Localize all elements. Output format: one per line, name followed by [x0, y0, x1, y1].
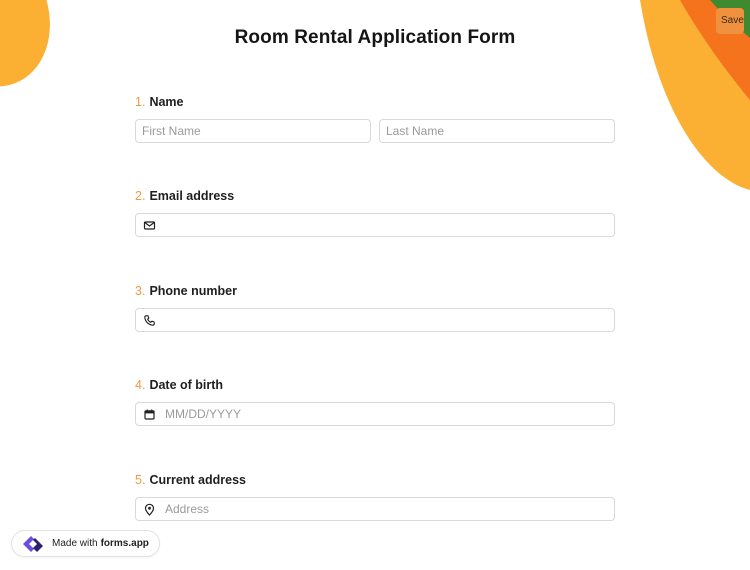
decorative-blob-top-left: [0, 0, 70, 104]
question-phone: 3. Phone number: [135, 283, 615, 332]
question-label: 3. Phone number: [135, 283, 615, 299]
date-of-birth-input[interactable]: [136, 403, 614, 425]
email-input[interactable]: [136, 214, 614, 236]
form-page: Save Room Rental Application Form 1. Name…: [0, 0, 750, 570]
date-of-birth-field[interactable]: [135, 402, 615, 426]
question-number: 1.: [135, 95, 146, 109]
forms-app-logo-icon: [23, 535, 43, 552]
question-email: 2. Email address: [135, 188, 615, 237]
calendar-icon: [144, 409, 155, 420]
page-title: Room Rental Application Form: [234, 27, 516, 48]
brand-name: forms.app: [100, 538, 149, 549]
made-with-forms-app-badge[interactable]: Made with forms.app: [11, 530, 160, 557]
phone-input[interactable]: [136, 309, 614, 331]
address-field[interactable]: [135, 497, 615, 521]
question-title: Name: [149, 95, 184, 109]
last-name-input[interactable]: [380, 120, 614, 142]
last-name-field[interactable]: [379, 119, 615, 143]
first-name-field[interactable]: [135, 119, 371, 143]
question-label: 4. Date of birth: [135, 377, 615, 393]
question-number: 5.: [135, 473, 146, 487]
question-title: Date of birth: [149, 378, 224, 392]
question-label: 1. Name: [135, 94, 615, 110]
question-title: Email address: [149, 189, 235, 203]
question-label: 5. Current address: [135, 472, 615, 488]
question-name: 1. Name: [135, 94, 615, 143]
question-title: Phone number: [149, 284, 237, 298]
first-name-input[interactable]: [136, 120, 370, 142]
envelope-icon: [143, 221, 156, 230]
location-pin-icon: [144, 503, 155, 516]
question-number: 4.: [135, 378, 146, 392]
question-number: 3.: [135, 284, 146, 298]
question-number: 2.: [135, 189, 146, 203]
question-title: Current address: [149, 473, 246, 487]
question-current-address: 5. Current address: [135, 472, 615, 521]
address-input[interactable]: [136, 498, 614, 520]
made-with-text: Made with: [52, 538, 98, 549]
phone-icon: [144, 315, 155, 326]
question-date-of-birth: 4. Date of birth: [135, 377, 615, 426]
question-label: 2. Email address: [135, 188, 615, 204]
email-field[interactable]: [135, 213, 615, 237]
phone-field[interactable]: [135, 308, 615, 332]
